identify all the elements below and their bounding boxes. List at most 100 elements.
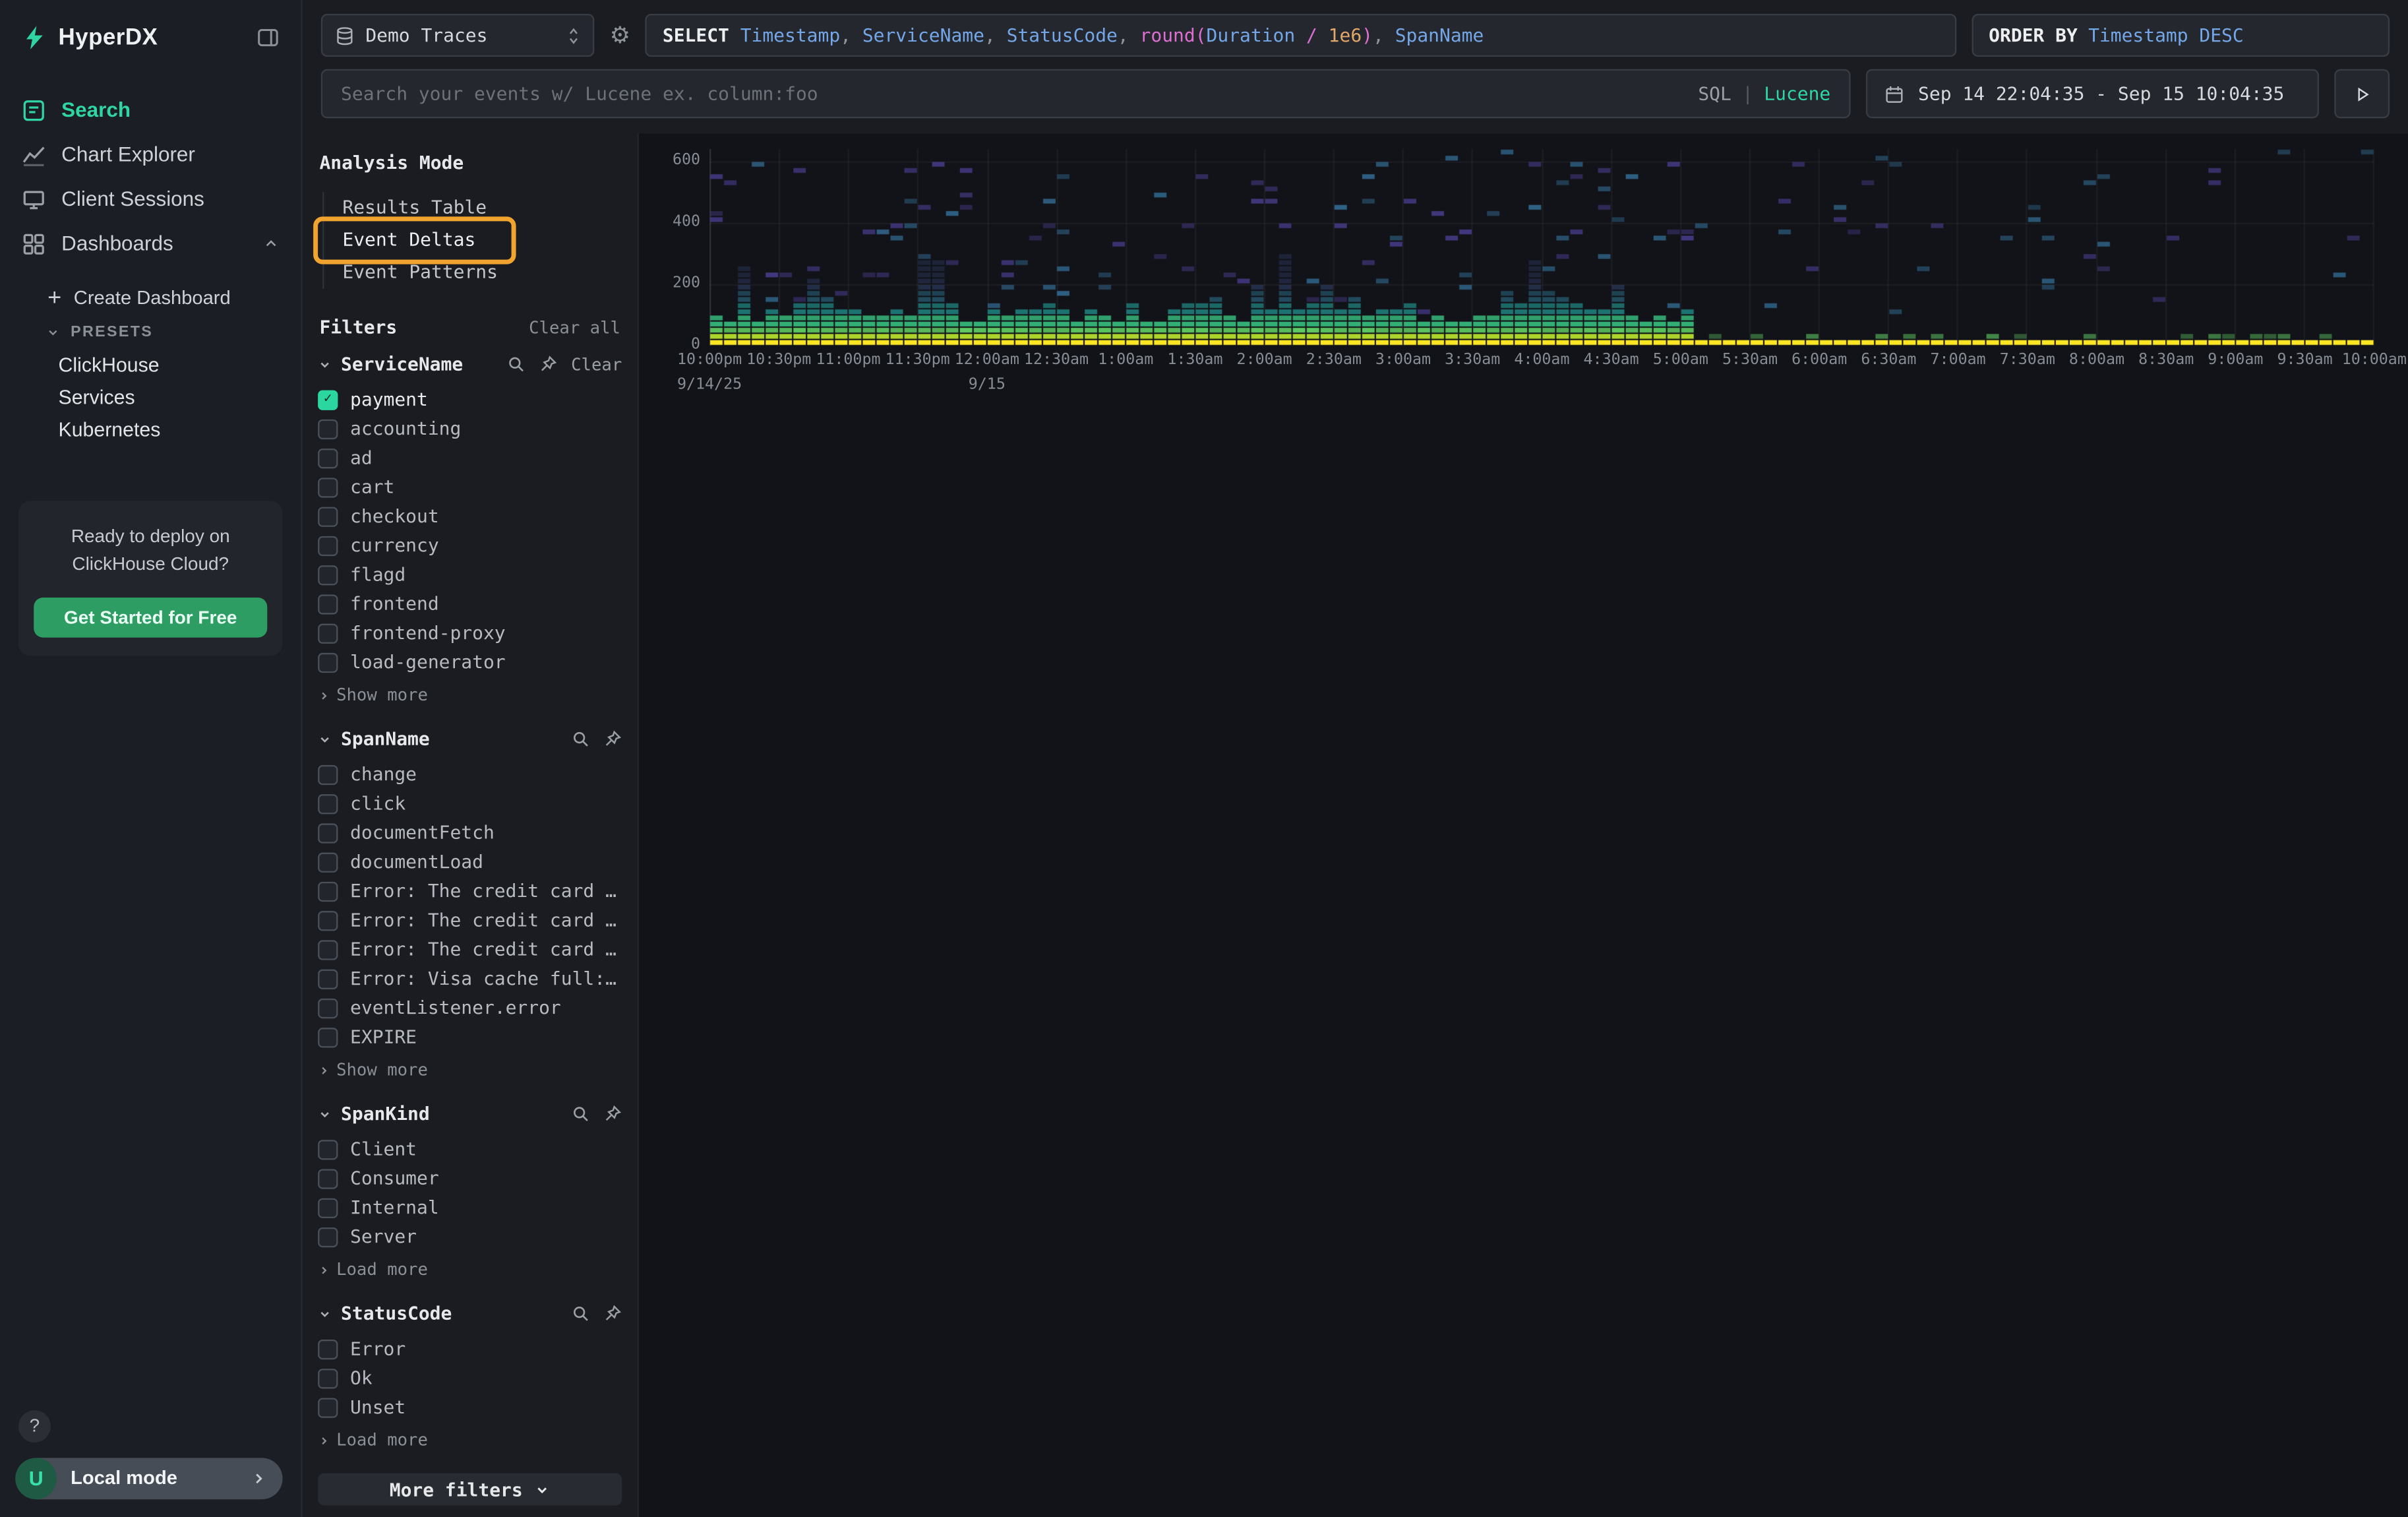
facet-value-row[interactable]: eventListener.error <box>318 997 622 1019</box>
chevron-down-icon[interactable] <box>318 1107 332 1121</box>
checkbox[interactable] <box>318 1397 338 1417</box>
checkbox[interactable] <box>318 1198 338 1218</box>
mode-lucene[interactable]: Lucene <box>1764 83 1830 105</box>
facet-value-row[interactable]: currency <box>318 535 622 557</box>
checkbox[interactable] <box>318 594 338 613</box>
facet-name[interactable]: ServiceName <box>341 354 463 375</box>
analysis-mode-option[interactable]: Results Table <box>324 192 622 224</box>
facet-value-row[interactable]: documentFetch <box>318 822 622 844</box>
checkbox[interactable] <box>318 851 338 871</box>
facet-value-row[interactable]: Unset <box>318 1396 622 1418</box>
sidebar-item-search[interactable]: Search <box>0 88 301 133</box>
checkbox[interactable] <box>318 506 338 526</box>
help-button[interactable]: ? <box>18 1409 51 1442</box>
sidebar-collapse-icon[interactable] <box>256 26 280 49</box>
checkbox[interactable] <box>318 536 338 555</box>
facet-value-row[interactable]: Error: The credit card (… <box>318 910 622 931</box>
facet-value-row[interactable]: Error: The credit card (… <box>318 939 622 960</box>
source-settings-gear-icon[interactable]: ⚙ <box>610 22 630 49</box>
source-select[interactable]: Demo Traces <box>321 14 595 57</box>
facet-value-row[interactable]: frontend-proxy <box>318 622 622 644</box>
facet-clear[interactable]: Clear <box>571 354 622 374</box>
facet-load-more[interactable]: Load more <box>318 1430 622 1450</box>
facet-value-row[interactable]: load-generator <box>318 652 622 673</box>
checkbox[interactable] <box>318 1368 338 1388</box>
order-by-editor[interactable]: ORDER BY Timestamp DESC <box>1972 14 2390 57</box>
checkbox[interactable] <box>318 565 338 584</box>
checkbox[interactable] <box>318 881 338 901</box>
checkbox[interactable] <box>318 1339 338 1359</box>
checkbox[interactable] <box>318 910 338 930</box>
facet-value-row[interactable]: Ok <box>318 1367 622 1389</box>
facet-pin-icon[interactable] <box>603 729 622 748</box>
facet-search-icon[interactable] <box>571 1105 589 1123</box>
clear-all-filters[interactable]: Clear all <box>529 318 620 338</box>
facet-name[interactable]: StatusCode <box>341 1303 452 1324</box>
get-started-button[interactable]: Get Started for Free <box>34 598 267 638</box>
facet-search-icon[interactable] <box>571 729 589 748</box>
checkbox[interactable] <box>318 1027 338 1047</box>
facet-name[interactable]: SpanName <box>341 728 430 750</box>
more-filters-button[interactable]: More filters <box>318 1473 622 1506</box>
sidebar-item-dashboards[interactable]: Dashboards <box>0 221 301 266</box>
checkbox[interactable] <box>318 623 338 642</box>
checkbox[interactable] <box>318 764 338 784</box>
facet-value-row[interactable]: Consumer <box>318 1167 622 1189</box>
facet-value-row[interactable]: Internal <box>318 1196 622 1218</box>
analysis-mode-option[interactable]: Event Patterns <box>324 257 622 289</box>
facet-value-row[interactable]: Server <box>318 1226 622 1248</box>
checkbox[interactable] <box>318 1227 338 1247</box>
preset-dashboard-link[interactable]: ClickHouse <box>0 349 301 381</box>
preset-dashboard-link[interactable]: Services <box>0 381 301 414</box>
mode-sql[interactable]: SQL <box>1698 83 1731 105</box>
create-dashboard-button[interactable]: Create Dashboard <box>0 278 301 317</box>
facet-value-row[interactable]: accounting <box>318 418 622 440</box>
facet-value-row[interactable]: Error: Visa cache full: … <box>318 968 622 989</box>
sidebar-item-client-sessions[interactable]: Client Sessions <box>0 177 301 222</box>
checkbox[interactable] <box>318 998 338 1018</box>
facet-value-row[interactable]: checkout <box>318 505 622 527</box>
facet-value-row[interactable]: ad <box>318 447 622 469</box>
facet-value-row[interactable]: frontend <box>318 593 622 615</box>
facet-show-more[interactable]: Show more <box>318 685 622 705</box>
facet-value-row[interactable]: Error: The credit card (… <box>318 881 622 902</box>
checkbox[interactable] <box>318 793 338 813</box>
facet-load-more[interactable]: Load more <box>318 1260 622 1280</box>
facet-value-row[interactable]: EXPIRE <box>318 1026 622 1048</box>
facet-value-row[interactable]: flagd <box>318 564 622 586</box>
checkbox[interactable] <box>318 477 338 497</box>
search-box[interactable]: SQL | Lucene <box>321 69 1851 119</box>
user-avatar[interactable]: U <box>15 1457 57 1499</box>
presets-toggle[interactable]: PRESETS <box>0 317 301 349</box>
checkbox[interactable] <box>318 968 338 988</box>
preset-dashboard-link[interactable]: Kubernetes <box>0 414 301 446</box>
facet-value-row[interactable]: click <box>318 793 622 815</box>
checkbox[interactable] <box>318 1168 338 1188</box>
checkbox[interactable] <box>318 419 338 439</box>
checkbox[interactable] <box>318 389 338 409</box>
chevron-down-icon[interactable] <box>318 732 332 746</box>
checkbox[interactable] <box>318 1139 338 1159</box>
facet-value-row[interactable]: payment <box>318 388 622 410</box>
checkbox[interactable] <box>318 652 338 672</box>
facet-search-icon[interactable] <box>571 1304 589 1322</box>
facet-pin-icon[interactable] <box>603 1304 622 1322</box>
chevron-down-icon[interactable] <box>318 357 332 371</box>
facet-search-icon[interactable] <box>506 355 525 373</box>
facet-pin-icon[interactable] <box>539 355 557 373</box>
facet-value-row[interactable]: documentLoad <box>318 851 622 873</box>
facet-value-row[interactable]: Client <box>318 1138 622 1160</box>
facet-name[interactable]: SpanKind <box>341 1103 430 1125</box>
facet-value-row[interactable]: Error <box>318 1338 622 1360</box>
facet-pin-icon[interactable] <box>603 1105 622 1123</box>
heatmap-canvas[interactable] <box>709 149 2374 346</box>
checkbox[interactable] <box>318 939 338 959</box>
facet-value-row[interactable]: change <box>318 764 622 786</box>
sql-select-editor[interactable]: SELECT Timestamp, ServiceName, StatusCod… <box>646 14 1956 57</box>
facet-value-row[interactable]: cart <box>318 476 622 498</box>
search-input[interactable] <box>341 83 1686 105</box>
run-query-button[interactable] <box>2334 69 2390 119</box>
time-range-picker[interactable]: Sep 14 22:04:35 - Sep 15 10:04:35 <box>1866 69 2319 119</box>
local-mode-pill[interactable]: U Local mode <box>15 1457 282 1499</box>
sidebar-item-chart-explorer[interactable]: Chart Explorer <box>0 132 301 177</box>
